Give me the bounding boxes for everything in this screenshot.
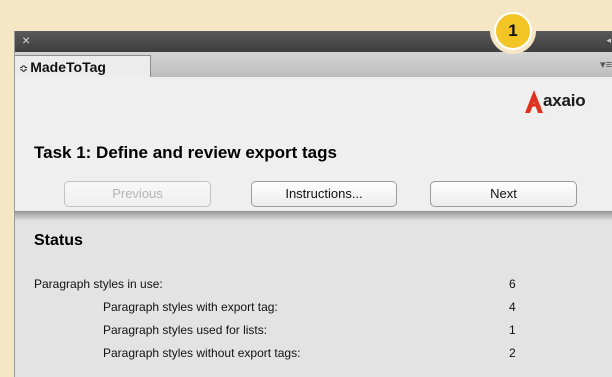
status-title: Status xyxy=(34,232,83,249)
next-button[interactable]: Next xyxy=(430,181,577,207)
task-title: Task 1: Define and review export tags xyxy=(34,143,337,162)
callout-badge: 1 xyxy=(490,8,536,54)
instructions-button[interactable]: Instructions... xyxy=(251,181,397,207)
status-row-label: Paragraph styles used for lists: xyxy=(103,323,268,337)
status-section: Status Paragraph styles in use: 6 Paragr… xyxy=(15,211,612,377)
panel-tabbar: ≎ MadeToTag ▾≡ xyxy=(15,52,612,78)
status-row-label: Paragraph styles with export tag: xyxy=(103,300,278,314)
axaio-logo: axaio xyxy=(523,89,603,115)
section-divider-shadow xyxy=(15,211,612,221)
callout-number: 1 xyxy=(494,12,532,50)
status-row-value: 6 xyxy=(509,277,516,291)
panel-tab[interactable]: ≎ MadeToTag xyxy=(15,55,151,77)
updown-grip-icon: ≎ xyxy=(19,63,29,75)
task-section: axaio Task 1: Define and review export t… xyxy=(15,77,612,210)
status-row-value: 1 xyxy=(509,323,516,337)
panel-tab-label: MadeToTag xyxy=(30,59,106,75)
madetotag-panel: × ◂ ≎ MadeToTag ▾≡ axaio Task 1: Define a… xyxy=(14,31,612,377)
status-row-label: Paragraph styles in use: xyxy=(34,277,163,291)
panel-menu-icon[interactable]: ▾≡ xyxy=(600,58,612,71)
status-row-value: 2 xyxy=(509,346,516,360)
status-row-value: 4 xyxy=(509,300,516,314)
close-icon[interactable]: × xyxy=(22,32,30,48)
axaio-a-icon xyxy=(525,90,543,113)
collapse-arrow-icon[interactable]: ◂ xyxy=(606,35,611,46)
previous-button[interactable]: Previous xyxy=(64,181,211,207)
status-row-label: Paragraph styles without export tags: xyxy=(103,346,301,360)
logo-text: axaio xyxy=(543,91,586,110)
